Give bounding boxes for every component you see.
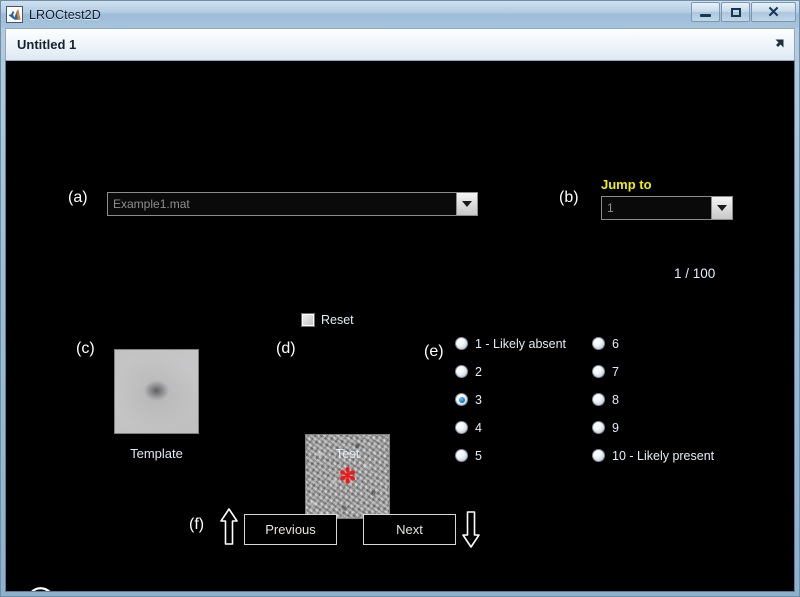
window-title: LROCtest2D [29,7,101,22]
reset-checkbox-row[interactable]: Reset [301,313,354,327]
radio-icon[interactable] [592,365,605,378]
undock-arrow-icon[interactable] [772,38,785,51]
rating-group-left: 1 - Likely absent 2 3 4 5 [455,335,566,464]
minimize-icon [700,14,711,17]
organization-logo: CT Clinical Innovation Center [24,585,166,591]
close-icon: ✕ [767,3,780,21]
rating-label: 2 [475,364,482,379]
rating-option-9[interactable]: 9 [592,419,714,436]
jump-to-dropdown[interactable]: 1 [601,196,733,220]
radio-icon[interactable] [592,393,605,406]
radio-icon[interactable] [592,449,605,462]
figure-canvas: (a) Example1.mat (b) Jump to 1 1 / 100 R… [5,60,795,592]
template-caption: Template [130,446,183,461]
minimize-button[interactable] [691,2,720,22]
chevron-down-icon [717,205,727,211]
jump-to-label: Jump to [601,177,652,192]
rating-label: 10 - Likely present [612,448,715,463]
reset-label: Reset [321,313,354,327]
previous-button[interactable]: Previous [244,514,337,545]
rating-group-right: 6 7 8 9 10 - Likely present [592,335,714,464]
rating-label: 4 [475,420,482,435]
rating-label: 5 [475,448,482,463]
next-button-label: Next [396,522,423,537]
application-window: LROCtest2D ✕ Untitled 1 (a) Example1.mat [0,0,800,597]
rating-label: 9 [612,420,619,435]
rating-label: 7 [612,364,619,379]
rating-option-2[interactable]: 2 [455,363,566,380]
maximize-icon [730,7,741,17]
rating-label: 3 [475,392,482,407]
previous-button-label: Previous [265,522,316,537]
rating-option-7[interactable]: 7 [592,363,714,380]
panel-letter-a: (a) [68,189,88,206]
arc-swoosh-logo [24,585,60,591]
file-select-value: Example1.mat [113,197,190,211]
window-controls: ✕ [691,2,796,22]
reset-checkbox[interactable] [301,313,315,327]
rating-label: 1 - Likely absent [475,336,567,351]
maximize-button[interactable] [721,2,750,22]
radio-icon[interactable] [455,365,468,378]
next-button[interactable]: Next [363,514,456,545]
file-select-dropdown[interactable]: Example1.mat [107,192,478,216]
template-image[interactable] [114,349,199,434]
title-bar: LROCtest2D ✕ [1,1,799,28]
panel-letter-e: (e) [424,343,444,360]
tab-untitled-1[interactable]: Untitled 1 [6,37,76,52]
rating-option-3[interactable]: 3 [455,391,566,408]
jump-to-value: 1 [607,201,614,215]
radio-icon-selected[interactable] [455,393,468,406]
file-select-arrow-button[interactable] [456,193,477,215]
document-tab-bar: Untitled 1 [5,28,795,60]
radio-icon[interactable] [592,421,605,434]
matlab-icon [6,6,23,23]
rating-option-6[interactable]: 6 [592,335,714,352]
radio-icon[interactable] [592,337,605,350]
panel-letter-f: (f) [189,516,205,533]
radio-icon[interactable] [455,449,468,462]
arrow-up-icon [219,507,239,547]
response-marker-icon: ✻ [338,464,357,488]
rating-option-8[interactable]: 8 [592,391,714,408]
panel-letter-d: (d) [276,340,296,357]
arrow-down-icon [461,509,481,549]
chevron-down-icon [462,201,472,207]
panel-letter-b: (b) [559,189,579,206]
rating-label: 6 [612,336,619,351]
panel-letter-c: (c) [76,340,95,357]
test-caption: Test [335,446,360,461]
radio-icon[interactable] [455,421,468,434]
trial-counter: 1 / 100 [674,266,716,281]
rating-option-4[interactable]: 4 [455,419,566,436]
rating-option-1[interactable]: 1 - Likely absent [455,335,566,352]
rating-label: 8 [612,392,619,407]
rating-option-10[interactable]: 10 - Likely present [592,447,714,464]
jump-to-arrow-button[interactable] [711,197,732,219]
close-button[interactable]: ✕ [751,2,796,22]
rating-option-5[interactable]: 5 [455,447,566,464]
radio-icon[interactable] [455,337,468,350]
